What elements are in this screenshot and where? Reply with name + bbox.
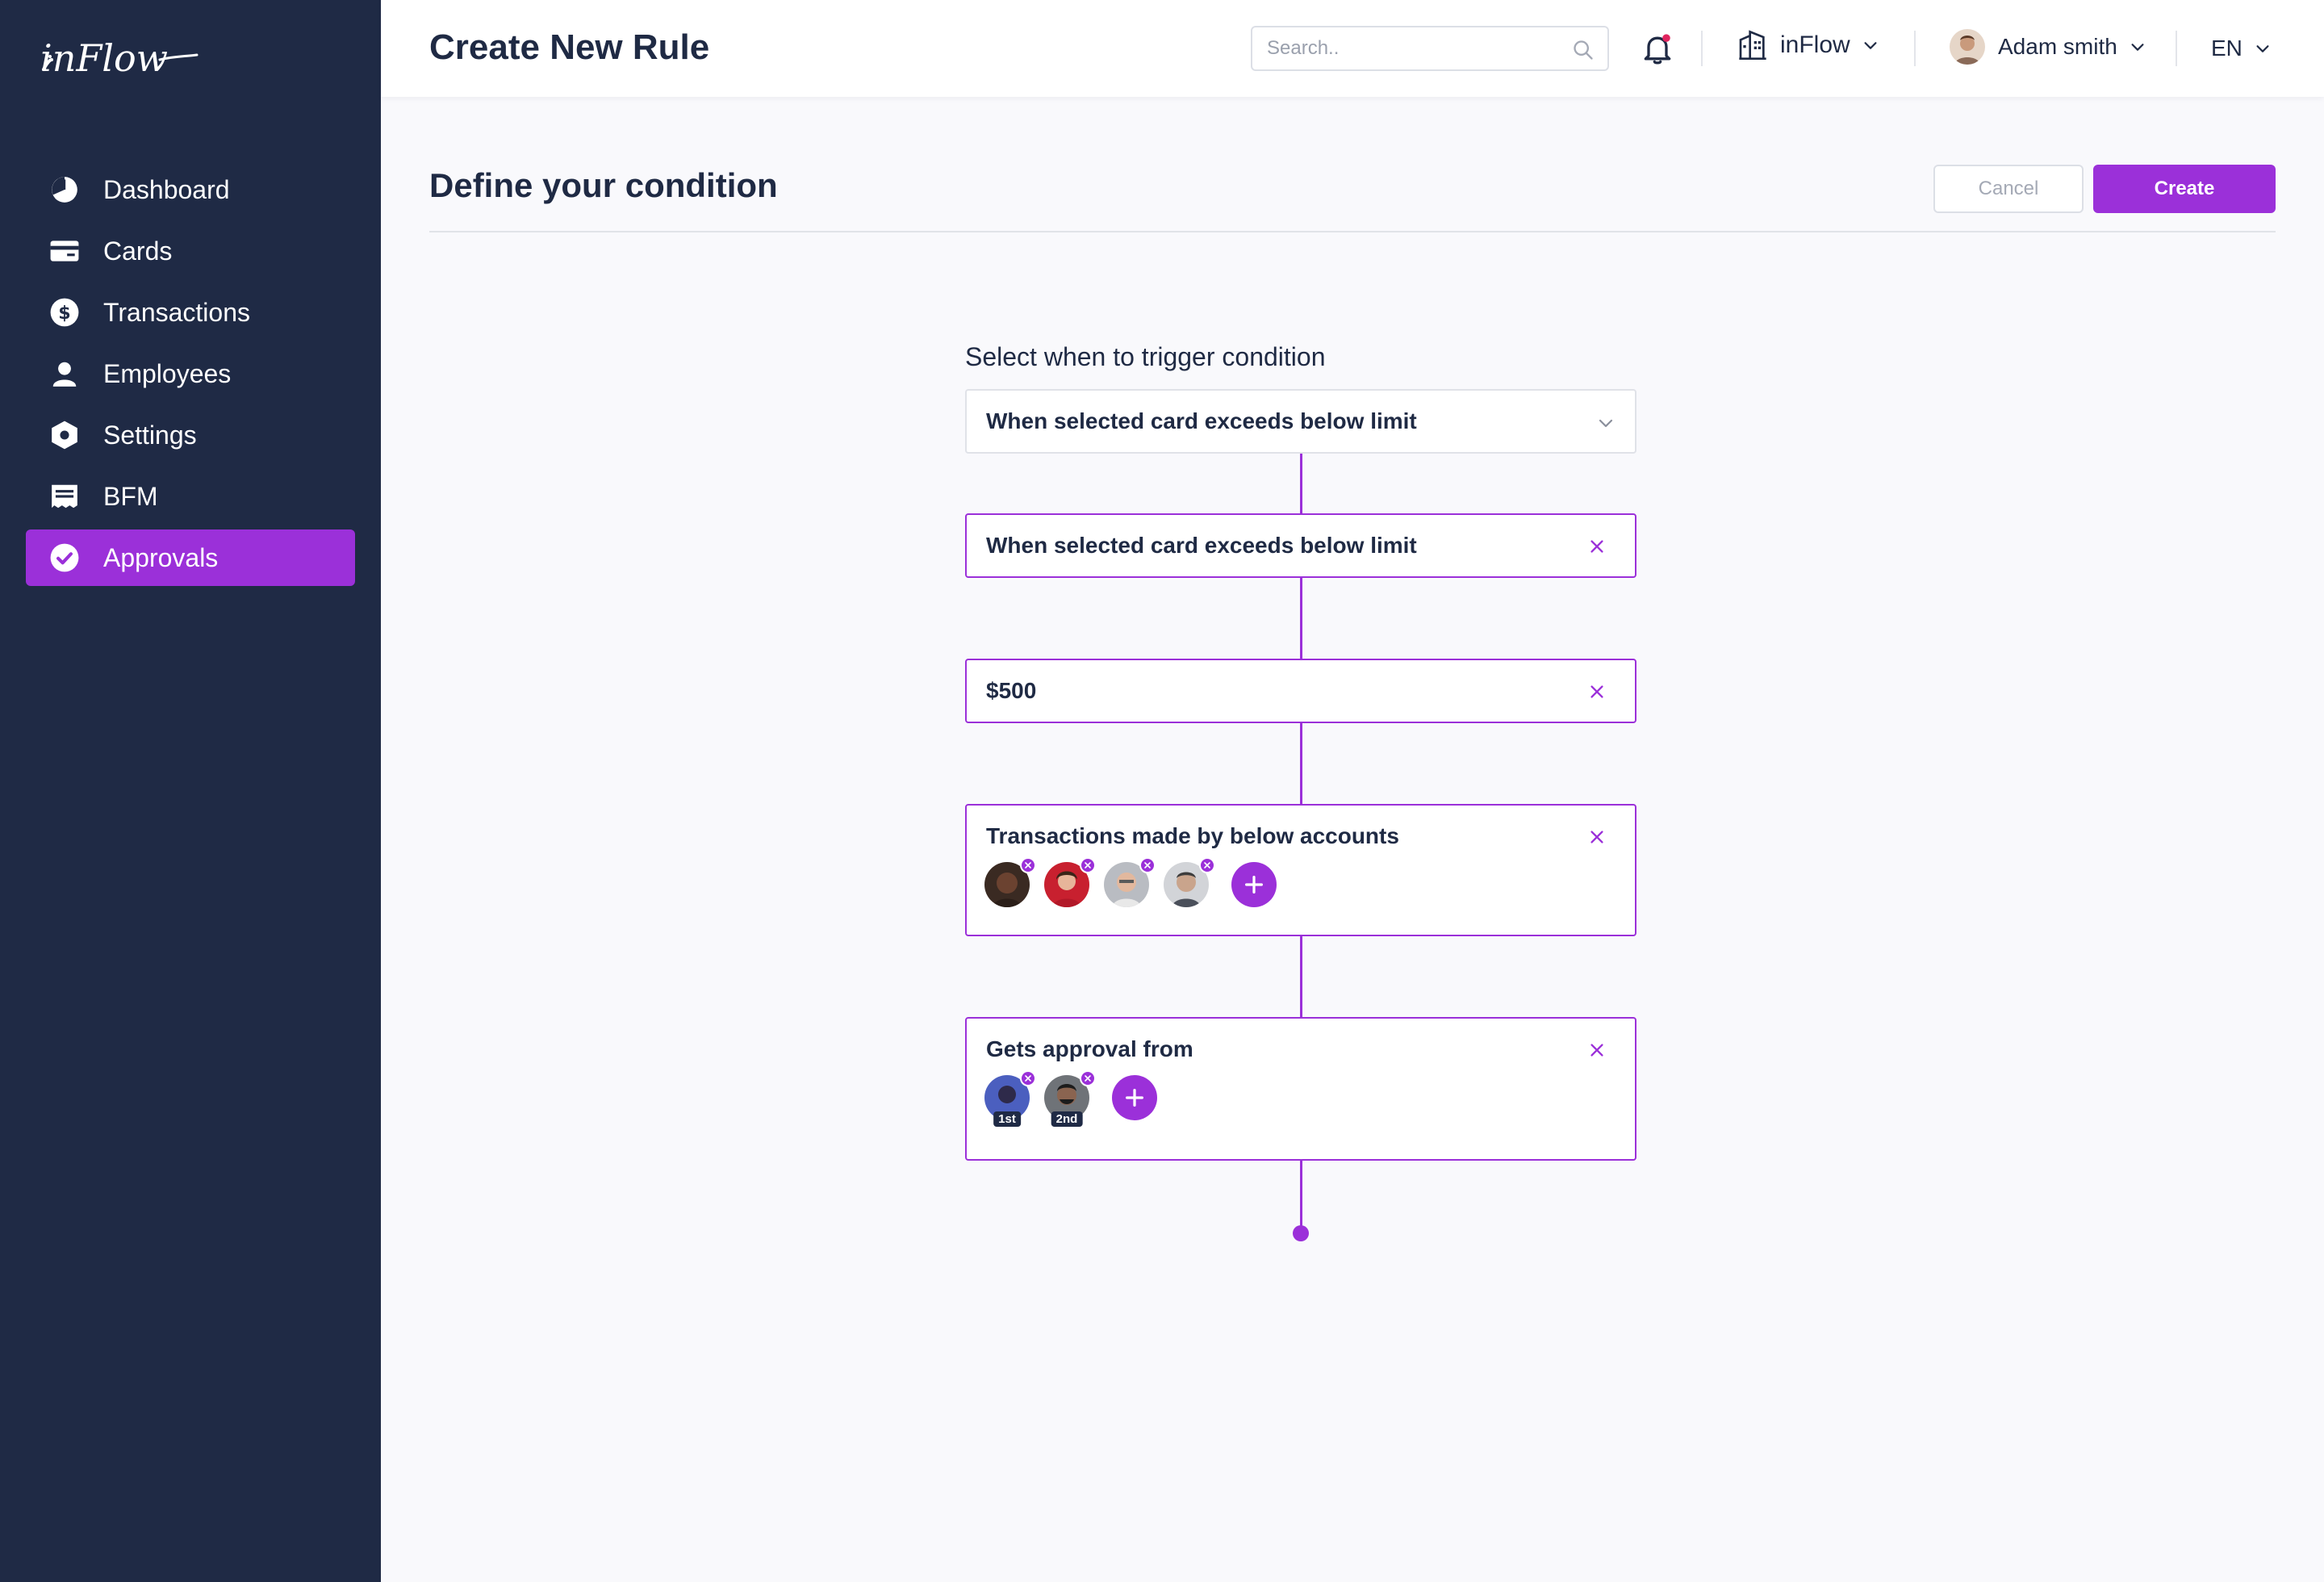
sidebar-item-label: Transactions — [103, 297, 250, 327]
trigger-selected-value: When selected card exceeds below limit — [986, 408, 1417, 433]
sidebar-nav: Dashboard Cards $ Transactions Employees… — [26, 161, 355, 591]
search-box[interactable] — [1251, 26, 1609, 71]
org-name: inFlow — [1780, 31, 1850, 58]
flow-connector — [1300, 935, 1302, 1019]
avatar — [1950, 29, 1985, 65]
account-avatar[interactable] — [984, 857, 1036, 907]
trigger-select[interactable]: When selected card exceeds below limit — [965, 389, 1636, 454]
sidebar-item-cards[interactable]: Cards — [26, 223, 355, 279]
trigger-label: Select when to trigger condition — [965, 342, 1326, 371]
page-title: Create New Rule — [429, 27, 710, 67]
sidebar-item-label: BFM — [103, 481, 158, 511]
sidebar-item-label: Approvals — [103, 542, 219, 572]
condition-text: When selected card exceeds below limit — [986, 533, 1417, 558]
receipt-icon — [48, 480, 81, 513]
sidebar-item-label: Settings — [103, 420, 197, 450]
plus-icon — [1245, 876, 1263, 894]
condition-card: When selected card exceeds below limit — [965, 513, 1636, 578]
approval-title: Gets approval from — [986, 1036, 1193, 1061]
flow-connector — [1300, 576, 1302, 660]
header-divider — [1701, 31, 1703, 66]
search-icon[interactable] — [1572, 39, 1595, 61]
chevron-down-icon — [1599, 419, 1613, 428]
add-account-button[interactable] — [1231, 862, 1277, 907]
accounts-title: Transactions made by below accounts — [986, 823, 1399, 848]
language-label: EN — [2211, 36, 2242, 61]
approvers-avatar-list: 1st 2nd — [984, 1070, 1157, 1127]
person-icon — [48, 358, 81, 390]
account-avatar[interactable] — [1104, 857, 1156, 907]
sidebar-item-transactions[interactable]: $ Transactions — [26, 284, 355, 341]
section-title: Define your condition — [429, 166, 778, 204]
logo-wordmark-icon: inFlow — [40, 36, 199, 80]
header-divider — [2176, 31, 2177, 66]
remove-account-icon[interactable] — [1080, 857, 1096, 873]
remove-account-icon[interactable] — [1199, 857, 1215, 873]
card-icon — [48, 235, 81, 267]
sidebar-item-label: Cards — [103, 236, 173, 266]
svg-text:$: $ — [58, 303, 70, 324]
check-circle-icon — [48, 542, 81, 574]
flow-connector — [1300, 722, 1302, 806]
remove-account-icon[interactable] — [1139, 857, 1156, 873]
flow-connector — [1300, 454, 1302, 515]
close-icon[interactable] — [1588, 828, 1606, 846]
account-avatar[interactable] — [1044, 857, 1096, 907]
remove-approver-icon[interactable] — [1080, 1070, 1096, 1086]
user-menu[interactable]: Adam smith — [1950, 29, 2146, 65]
chevron-down-icon — [2131, 44, 2144, 51]
approval-card: Gets approval from 1st 2nd — [965, 1017, 1636, 1161]
amount-value: $500 — [986, 678, 1037, 703]
create-button[interactable]: Create — [2093, 165, 2276, 213]
remove-account-icon[interactable] — [1020, 857, 1036, 873]
sidebar-item-employees[interactable]: Employees — [26, 345, 355, 402]
pie-chart-icon — [48, 174, 81, 206]
language-selector[interactable]: EN — [2211, 36, 2272, 61]
approver-avatar[interactable]: 1st — [984, 1070, 1036, 1127]
cancel-button[interactable]: Cancel — [1933, 165, 2084, 213]
close-icon[interactable] — [1588, 538, 1606, 555]
account-avatar[interactable] — [1164, 857, 1215, 907]
approver-rank-badge: 1st — [993, 1111, 1021, 1127]
remove-approver-icon[interactable] — [1020, 1070, 1036, 1086]
sidebar-item-label: Employees — [103, 358, 232, 388]
sidebar-item-approvals[interactable]: Approvals — [26, 529, 355, 586]
sidebar-item-settings[interactable]: Settings — [26, 407, 355, 463]
org-switcher[interactable]: inFlow — [1737, 29, 1879, 61]
search-input[interactable] — [1252, 27, 1559, 69]
hexagon-gear-icon — [48, 419, 81, 451]
svg-text:inFlow: inFlow — [40, 36, 168, 80]
close-icon[interactable] — [1588, 683, 1606, 701]
approver-rank-badge: 2nd — [1051, 1111, 1083, 1127]
chevron-down-icon — [1864, 42, 1877, 49]
sidebar-item-dashboard[interactable]: Dashboard — [26, 161, 355, 218]
accounts-card: Transactions made by below accounts — [965, 804, 1636, 936]
accounts-avatar-list — [984, 857, 1277, 907]
building-icon — [1739, 30, 1766, 60]
add-approver-button[interactable] — [1112, 1075, 1157, 1120]
user-name: Adam smith — [1998, 34, 2117, 59]
header-divider — [1914, 31, 1916, 66]
sidebar-item-label: Dashboard — [103, 174, 230, 204]
dollar-icon: $ — [48, 296, 81, 329]
notification-bell-icon[interactable] — [1640, 31, 1675, 66]
flow-connector — [1300, 1159, 1302, 1232]
amount-card: $500 — [965, 659, 1636, 723]
sidebar: inFlow Dashboard Cards $ Transactions Em… — [0, 0, 381, 1582]
top-header: Create New Rule inFlow Adam smith EN — [381, 0, 2324, 97]
approver-avatar[interactable]: 2nd — [1044, 1070, 1096, 1127]
plus-icon — [1126, 1089, 1143, 1107]
chevron-down-icon — [2256, 45, 2269, 52]
flow-end-dot — [1293, 1225, 1309, 1241]
sidebar-item-bfm[interactable]: BFM — [26, 468, 355, 525]
section-divider — [429, 231, 2276, 232]
inflow-logo[interactable]: inFlow — [39, 24, 200, 89]
close-icon[interactable] — [1588, 1041, 1606, 1059]
